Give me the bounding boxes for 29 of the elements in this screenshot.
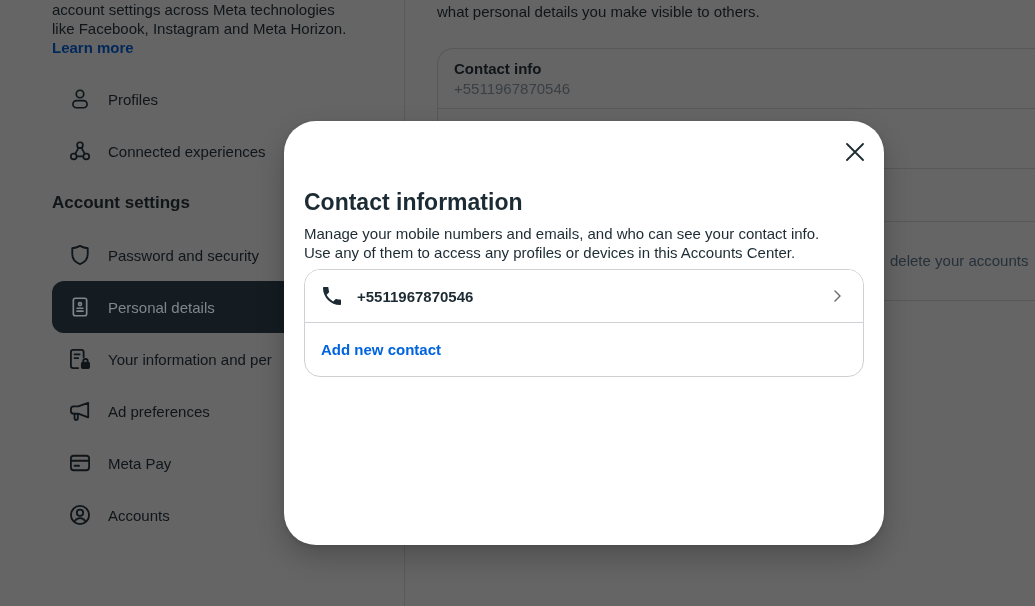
sidebar-nav-item[interactable]: Your information and per (52, 333, 284, 385)
document-lock-icon (70, 349, 90, 369)
section-heading: Account settings (52, 193, 190, 213)
intro-text: account settings across Meta technologies like Facebook, Instagram and Meta Horizon. (52, 0, 348, 38)
learn-more-link[interactable]: Learn more (52, 38, 134, 57)
id-badge-icon (70, 297, 90, 317)
sidebar-nav-item[interactable]: Personal details (52, 281, 284, 333)
chevron-right-icon (834, 290, 841, 302)
dialog-description: Manage your mobile numbers and emails, and who can see your contact info. Use any of them to access any profiles or devices in this Accounts Center. (304, 224, 821, 262)
section-description: what personal details you make visible to others. (437, 2, 760, 21)
sidebar-nav-item[interactable]: Accounts (52, 489, 284, 541)
sidebar-nav-item[interactable]: Ad preferences (52, 385, 284, 437)
dialog-title: Contact information (304, 188, 523, 216)
contact-info-title: Contact info (454, 58, 542, 79)
credit-card-icon (70, 453, 90, 473)
sidebar-nav-item[interactable]: Connected experiences (52, 125, 284, 177)
megaphone-icon (70, 401, 90, 421)
row-description: delete your accounts (890, 251, 1029, 271)
contact-row[interactable]: +5511967870546 (305, 270, 863, 323)
shield-icon (70, 245, 90, 265)
sidebar-nav-item[interactable]: Password and security (52, 229, 284, 281)
user-circle-icon (70, 505, 90, 525)
sidebar-nav-item[interactable]: Profiles (52, 73, 284, 125)
nodes-icon (70, 141, 90, 161)
add-contact-link[interactable]: Add new contact (321, 339, 441, 360)
phone-icon (323, 287, 341, 305)
close-icon (846, 143, 864, 161)
sidebar-nav-item[interactable]: Meta Pay (52, 437, 284, 489)
person-icon (70, 89, 90, 109)
